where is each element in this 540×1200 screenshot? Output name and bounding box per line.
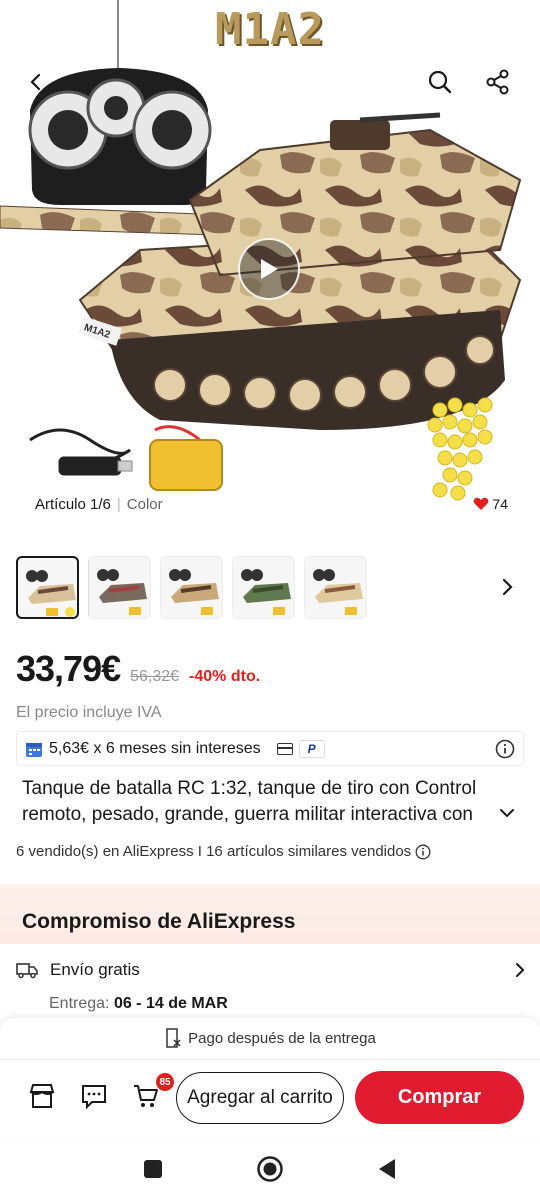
truck-icon (16, 963, 38, 979)
thumbnail-image (26, 570, 76, 617)
thumbnail-variant-2[interactable] (88, 556, 151, 619)
thumbnail-variant-1[interactable] (16, 556, 79, 619)
cart-icon (134, 1085, 158, 1107)
installments-banner[interactable]: 5,63€ x 6 meses sin intereses P (16, 731, 524, 766)
play-icon (261, 259, 278, 279)
recents-button[interactable] (138, 1154, 168, 1184)
home-button[interactable] (255, 1154, 285, 1184)
pay-after-delivery[interactable]: Pago después de la entrega (0, 1028, 540, 1048)
color-label: Color (126, 496, 163, 513)
thumbnail-image (313, 569, 363, 615)
back-icon (30, 73, 41, 91)
search-icon (428, 70, 452, 94)
model-title: M1A2 (215, 4, 325, 55)
add-to-cart-button[interactable]: Agregar al carrito (176, 1072, 344, 1124)
shipping-row[interactable]: Envío gratis (16, 960, 526, 980)
variant-thumbnails (16, 556, 367, 619)
separator: | (116, 496, 121, 513)
thumbnail-image (169, 569, 219, 615)
pay-after-text: Pago después de la entrega (188, 1029, 376, 1047)
buy-now-button[interactable]: Comprar (355, 1071, 524, 1124)
card-icon (276, 742, 293, 755)
wishlist-button[interactable]: 74 (473, 496, 508, 512)
sales-info[interactable]: 6 vendido(s) en AliExpress I 16 artículo… (16, 843, 431, 860)
commitment-title: Compromiso de AliExpress (22, 910, 296, 933)
info-icon[interactable] (495, 739, 515, 759)
chevron-right-icon (516, 963, 525, 977)
message-button[interactable] (76, 1078, 112, 1114)
store-icon (29, 1084, 55, 1108)
thumbnail-variant-4[interactable] (232, 556, 295, 619)
vat-note: El precio incluye IVA (16, 704, 162, 721)
thumbnail-image (241, 569, 291, 615)
thumbnail-variant-5[interactable] (304, 556, 367, 619)
triangle-back-icon (379, 1159, 395, 1179)
chevron-right-icon (502, 578, 513, 596)
thumbnails-next-button[interactable] (492, 572, 522, 602)
original-price: 56,32€ (130, 668, 180, 685)
paypal-icon: P (298, 739, 325, 758)
product-title-line-2: remoto, pesado, grande, guerra militar i… (22, 804, 473, 825)
installments-text: 5,63€ x 6 meses sin intereses (49, 739, 261, 757)
delivery-estimate: Entrega: 06 - 14 de MAR (49, 995, 228, 1013)
info-icon (415, 844, 431, 859)
thumbnail-divider (88, 560, 89, 616)
divider (0, 1059, 540, 1060)
sales-info-text: 6 vendido(s) en AliExpress I 16 artículo… (16, 843, 412, 860)
play-video-button[interactable] (238, 238, 300, 300)
system-back-button[interactable] (372, 1154, 402, 1184)
thumbnail-variant-3[interactable] (160, 556, 223, 619)
bb-pellets (427, 397, 493, 501)
discount-badge: -40% dto. (189, 668, 261, 685)
chevron-down-icon[interactable] (498, 806, 516, 820)
shipping-label: Envío gratis (50, 960, 140, 979)
price-row: 33,79€ 56,32€ -40% dto. (16, 648, 260, 690)
delivery-label: Entrega: (49, 995, 110, 1012)
heart-icon (474, 497, 489, 510)
remote-controller (28, 68, 212, 205)
current-price: 33,79€ (16, 648, 121, 689)
product-title-line-1: Tanque de batalla RC 1:32, tanque de tir… (22, 778, 477, 799)
calendar-icon (26, 742, 42, 757)
thumbnail-image (97, 569, 147, 615)
store-button[interactable] (24, 1078, 60, 1114)
article-indicator[interactable]: Artículo 1/6 | Color (35, 496, 163, 513)
usb-cable (29, 428, 133, 476)
delivery-dates: 06 - 14 de MAR (113, 995, 228, 1012)
search-button[interactable] (420, 62, 460, 102)
product-title[interactable]: Tanque de batalla RC 1:32, tanque de tir… (22, 776, 522, 828)
likes-count: 74 (492, 496, 508, 512)
article-counter: Artículo 1/6 (35, 496, 111, 513)
product-gallery[interactable]: M1A2 M1A2 Artículo 1/6 | Color 74 (0, 0, 540, 530)
cart-count-badge: 85 (156, 1073, 174, 1091)
home-circle-icon (257, 1156, 283, 1182)
share-button[interactable] (478, 62, 518, 102)
battery-pack (149, 425, 223, 491)
share-icon (486, 69, 509, 95)
receipt-icon (166, 1028, 181, 1048)
square-icon (144, 1160, 162, 1178)
message-icon (82, 1085, 106, 1110)
back-button[interactable] (16, 62, 56, 102)
